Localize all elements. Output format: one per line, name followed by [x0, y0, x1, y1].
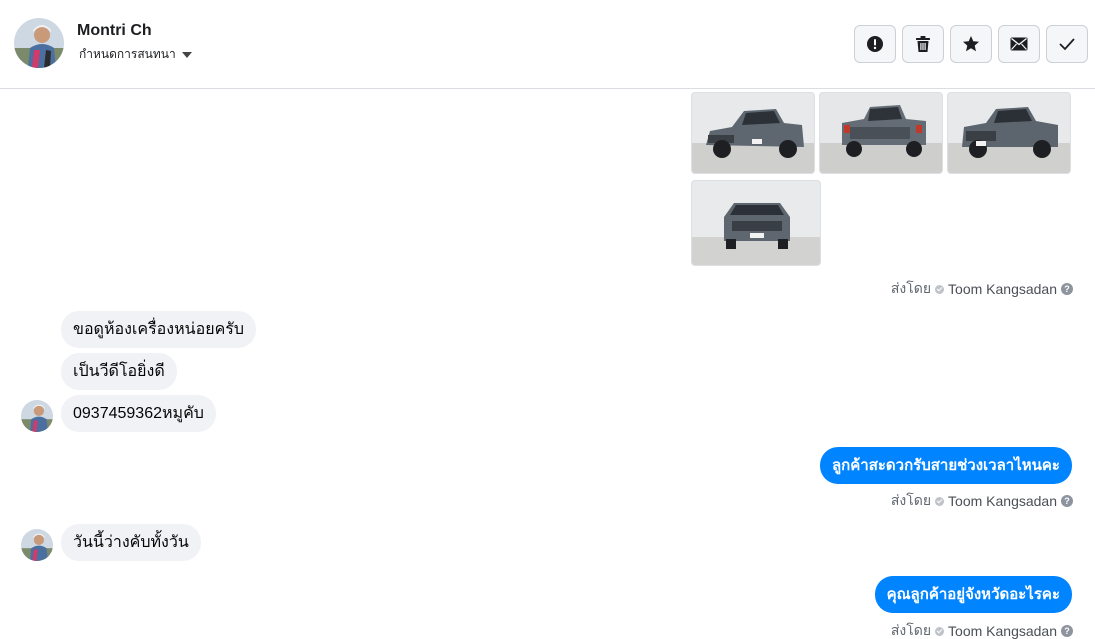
- mark-done-button[interactable]: [1046, 25, 1088, 63]
- conversation-label-selector[interactable]: กำหนดการสนทนา: [79, 45, 192, 64]
- caret-down-icon: [181, 51, 192, 58]
- sent-by-meta: ส่งโดย Toom Kangsadan ?: [891, 490, 1073, 512]
- attachment-image-1[interactable]: [691, 92, 815, 174]
- verified-check-icon: [935, 626, 945, 636]
- contact-name[interactable]: Montri Ch: [77, 22, 152, 40]
- attachment-image-3[interactable]: [947, 92, 1071, 174]
- sent-by-meta: ส่งโดย Toom Kangsadan ?: [891, 278, 1073, 300]
- star-button[interactable]: [950, 25, 992, 63]
- verified-check-icon: [935, 284, 945, 294]
- sent-by-prefix: ส่งโดย: [890, 280, 932, 296]
- incoming-message[interactable]: วันนี้ว่างคับทั้งวัน: [61, 524, 201, 561]
- sent-by-prefix: ส่งโดย: [890, 622, 932, 638]
- exclamation-icon: [867, 36, 883, 52]
- sent-by-author[interactable]: Toom Kangsadan: [948, 493, 1057, 509]
- conversation-header: Montri Ch กำหนดการสนทนา: [0, 0, 1095, 89]
- attachment-image-4[interactable]: [691, 180, 821, 266]
- outgoing-message[interactable]: ลูกค้าสะดวกรับสายช่วงเวลาไหนคะ: [819, 447, 1072, 484]
- sender-avatar[interactable]: [21, 400, 53, 432]
- incoming-message[interactable]: ขอดูห้องเครื่องหน่อยครับ: [61, 311, 257, 348]
- mark-unread-button[interactable]: [998, 25, 1040, 63]
- report-button[interactable]: [854, 25, 896, 63]
- pickup-truck-photo-icon: [692, 181, 820, 265]
- incoming-message[interactable]: 0937459362หมูคับ: [61, 395, 216, 432]
- help-icon[interactable]: ?: [1061, 283, 1073, 295]
- pickup-truck-photo-icon: [692, 93, 814, 173]
- sent-by-author[interactable]: Toom Kangsadan: [948, 623, 1057, 639]
- star-icon: [963, 36, 979, 52]
- sent-by-meta: ส่งโดย Toom Kangsadan ?: [891, 620, 1073, 639]
- sent-by-prefix: ส่งโดย: [890, 492, 932, 508]
- conversation-toolbar: [854, 25, 1088, 63]
- delete-button[interactable]: [902, 25, 944, 63]
- attachment-image-2[interactable]: [819, 92, 943, 174]
- trash-icon: [916, 36, 930, 52]
- conversation-label-text: กำหนดการสนทนา: [79, 47, 176, 61]
- contact-avatar[interactable]: [14, 18, 64, 68]
- pickup-truck-photo-icon: [948, 93, 1070, 173]
- help-icon[interactable]: ?: [1061, 625, 1073, 637]
- outgoing-message[interactable]: คุณลูกค้าอยู่จังหวัดอะไรคะ: [874, 576, 1072, 613]
- help-icon[interactable]: ?: [1061, 495, 1073, 507]
- incoming-message[interactable]: เป็นวีดีโอยิ่งดี: [61, 353, 177, 390]
- verified-check-icon: [935, 496, 945, 506]
- checkmark-icon: [1059, 38, 1075, 51]
- pickup-truck-photo-icon: [820, 93, 942, 173]
- envelope-icon: [1010, 37, 1028, 51]
- sent-by-author[interactable]: Toom Kangsadan: [948, 281, 1057, 297]
- sender-avatar[interactable]: [21, 529, 53, 561]
